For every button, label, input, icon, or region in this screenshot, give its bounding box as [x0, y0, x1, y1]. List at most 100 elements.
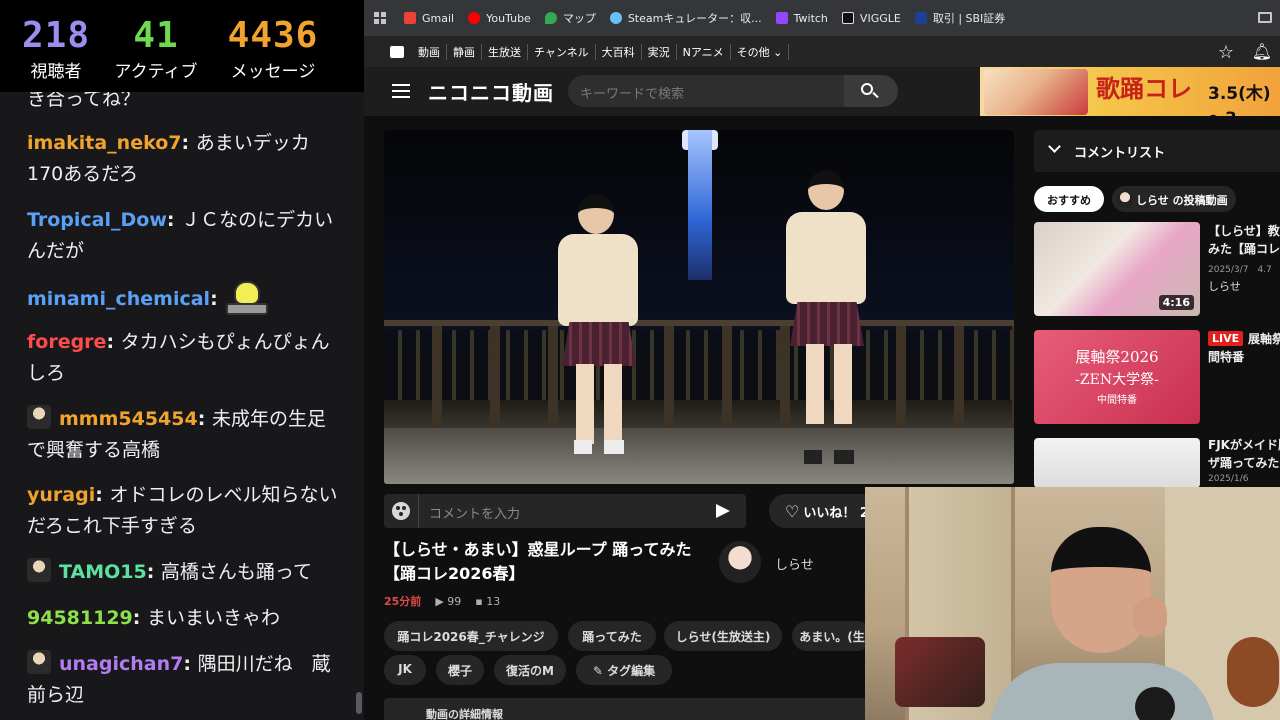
skytree-tower	[688, 130, 712, 280]
viggle-icon	[841, 12, 854, 24]
hamburger-menu-icon[interactable]	[392, 84, 410, 98]
video-player[interactable]	[384, 130, 1014, 484]
messages-label: メッセージ	[230, 62, 316, 82]
chat-username[interactable]: minami_chemical	[27, 288, 210, 310]
viewers-label: 視聴者	[30, 62, 82, 82]
bookmark-viggle[interactable]: VIGGLE	[841, 12, 901, 25]
play-icon: ▶	[435, 594, 444, 608]
tab-uploader-videos[interactable]: しらせ の投稿動画	[1112, 186, 1236, 212]
bookmark-sbi[interactable]: 取引 | SBI証券	[914, 10, 1005, 26]
bookmark-gmail[interactable]: Gmail	[404, 12, 454, 25]
search-input[interactable]: キーワードで検索	[568, 75, 844, 107]
tag[interactable]: 櫻子	[436, 655, 484, 685]
tag[interactable]: 踊ってみた	[568, 621, 656, 651]
nav-item-anime[interactable]: Nアニメ	[677, 43, 731, 60]
nav-item-dic[interactable]: 大百科	[596, 43, 642, 60]
notification-bell-icon[interactable]: 🔔︎	[1252, 42, 1272, 61]
chat-message: foregre: タカハシもぴょんぴょんしろ	[27, 331, 330, 384]
webcam-guitar	[1227, 637, 1279, 707]
chat-panel[interactable]: き合ってね？ imakita_neko7: あまいデッカ170あるだろ Trop…	[0, 92, 364, 720]
send-icon[interactable]	[716, 504, 730, 518]
nav-item-seiga[interactable]: 静画	[447, 43, 482, 60]
comment-list-header[interactable]: コメントリスト	[1034, 130, 1280, 172]
rec-title[interactable]: 展軸祭	[1208, 330, 1280, 348]
tag[interactable]: あまい。(生	[792, 621, 872, 651]
chat-message: minami_chemical:	[27, 279, 339, 317]
stream-stats-panel: 218 視聴者 41 アクティブ 4436 メッセージ	[0, 0, 364, 92]
bookmarks-bar: Gmail YouTube マップ Steamキュレーター：収... Twitc…	[364, 0, 1280, 36]
search-button[interactable]	[844, 75, 898, 107]
comment-icon: ▪	[475, 594, 483, 608]
webcam-overlay	[865, 487, 1280, 720]
chat-text: まいまいきゃわ	[146, 607, 280, 629]
niconico-global-nav: 動画 静画 生放送 チャンネル 大百科 実況 Nアニメ その他 ⌄ ☆ 🔔︎	[364, 36, 1280, 67]
webcam-shelf	[895, 637, 985, 707]
chat-message: mmm545454: 未成年の生足で興奮する高橋	[27, 404, 339, 466]
comment-bar: コメントを入力	[384, 494, 746, 528]
promenade-ground	[384, 428, 1014, 484]
nav-item-live[interactable]: 生放送	[482, 43, 528, 60]
rec-uploader[interactable]: しらせ	[1208, 278, 1241, 294]
active-stat: 41 アクティブ	[104, 14, 208, 84]
uploader-name[interactable]: しらせ	[775, 554, 814, 573]
duration-badge: 4:16	[1158, 295, 1194, 310]
nav-item-jikkyo[interactable]: 実況	[642, 43, 677, 60]
like-button[interactable]: ♡ いいね！ 2	[769, 494, 879, 528]
niconico-tv-icon[interactable]	[390, 45, 404, 58]
bookmark-steam[interactable]: Steamキュレーター：収...	[609, 10, 762, 26]
tag[interactable]: 踊コレ2026春_チャレンジ	[384, 621, 558, 651]
chat-message: unagichan7: 隅田川だね 蔵前ら辺	[27, 649, 339, 711]
edit-tags-button[interactable]: ✎ タグ編集	[576, 655, 672, 685]
active-label: アクティブ	[114, 62, 198, 82]
chat-username[interactable]: TAMO15	[59, 561, 147, 583]
comment-input[interactable]: コメントを入力	[418, 494, 708, 528]
rec-title-cont[interactable]: 間特番	[1208, 348, 1280, 366]
bookmark-twitch[interactable]: Twitch	[775, 12, 828, 25]
rec-thumbnail[interactable]: 4:16	[1034, 222, 1200, 316]
chat-username[interactable]: Tropical_Dow	[27, 209, 167, 231]
rec-title[interactable]: FJKがメイド服ザ踊ってみた	[1208, 436, 1280, 472]
chat-scrollbar[interactable]	[356, 692, 362, 714]
chat-username[interactable]: unagichan7	[59, 653, 183, 675]
user-badge-icon	[27, 405, 51, 429]
rec-title[interactable]: 【しらせ】教 みた【踊コレ	[1208, 222, 1280, 258]
edit-icon: ✎	[592, 664, 608, 678]
chat-username[interactable]: imakita_neko7	[27, 132, 182, 154]
gmail-icon	[404, 12, 416, 24]
railing	[384, 320, 1014, 440]
chat-username[interactable]: yuragi	[27, 484, 95, 506]
banner-date: 3.5(木)～3	[1208, 84, 1271, 116]
niconico-header: ニコニコ動画 キーワードで検索 歌踊コレ 3.5(木)～3	[364, 67, 1280, 116]
uploader-avatar[interactable]	[719, 541, 761, 583]
chat-message: yuragi: オドコレのレベル知らないだろこれ下手すぎる	[27, 484, 338, 537]
maps-icon	[544, 12, 557, 24]
campaign-banner[interactable]: 歌踊コレ 3.5(木)～3	[980, 67, 1280, 116]
nav-item-video[interactable]: 動画	[412, 43, 447, 60]
tag[interactable]: 復活のM	[494, 655, 566, 685]
nav-item-channel[interactable]: チャンネル	[528, 43, 596, 60]
webcam-microphone	[1135, 687, 1175, 720]
nav-item-more[interactable]: その他 ⌄	[731, 43, 790, 60]
bookmark-folder-icon[interactable]	[1258, 12, 1272, 23]
rec-thumbnail[interactable]	[1034, 438, 1200, 488]
tab-recommended[interactable]: おすすめ	[1034, 186, 1104, 212]
bookmark-star-icon[interactable]: ☆	[1218, 42, 1234, 63]
twitch-icon	[775, 12, 788, 24]
banner-title: 歌踊コレ	[1096, 75, 1192, 103]
rec-thumbnail-live[interactable]: 展軸祭2026 -ZEN大学祭- 中間特番	[1034, 330, 1200, 424]
bookmark-maps[interactable]: マップ	[544, 10, 596, 26]
viewers-count: 218	[21, 15, 91, 56]
niconico-logo[interactable]: ニコニコ動画	[428, 77, 554, 106]
view-count: ▶ 99	[435, 594, 462, 608]
chat-username[interactable]: mmm545454	[59, 408, 198, 430]
chat-username[interactable]: foregre	[27, 331, 106, 353]
posted-time: 25分前	[384, 595, 422, 608]
tag[interactable]: しらせ(生放送主)	[664, 621, 782, 651]
tag[interactable]: JK	[384, 655, 426, 685]
bookmark-youtube[interactable]: YouTube	[468, 12, 531, 25]
apps-grid-icon[interactable]	[374, 12, 386, 24]
chat-username[interactable]: 94581129	[27, 607, 133, 629]
video-meta: 25分前 ▶ 99 ▪ 13	[384, 593, 500, 609]
palette-icon[interactable]	[392, 502, 410, 520]
chat-message: TAMO15: 高橋さんも踊って	[27, 557, 339, 588]
